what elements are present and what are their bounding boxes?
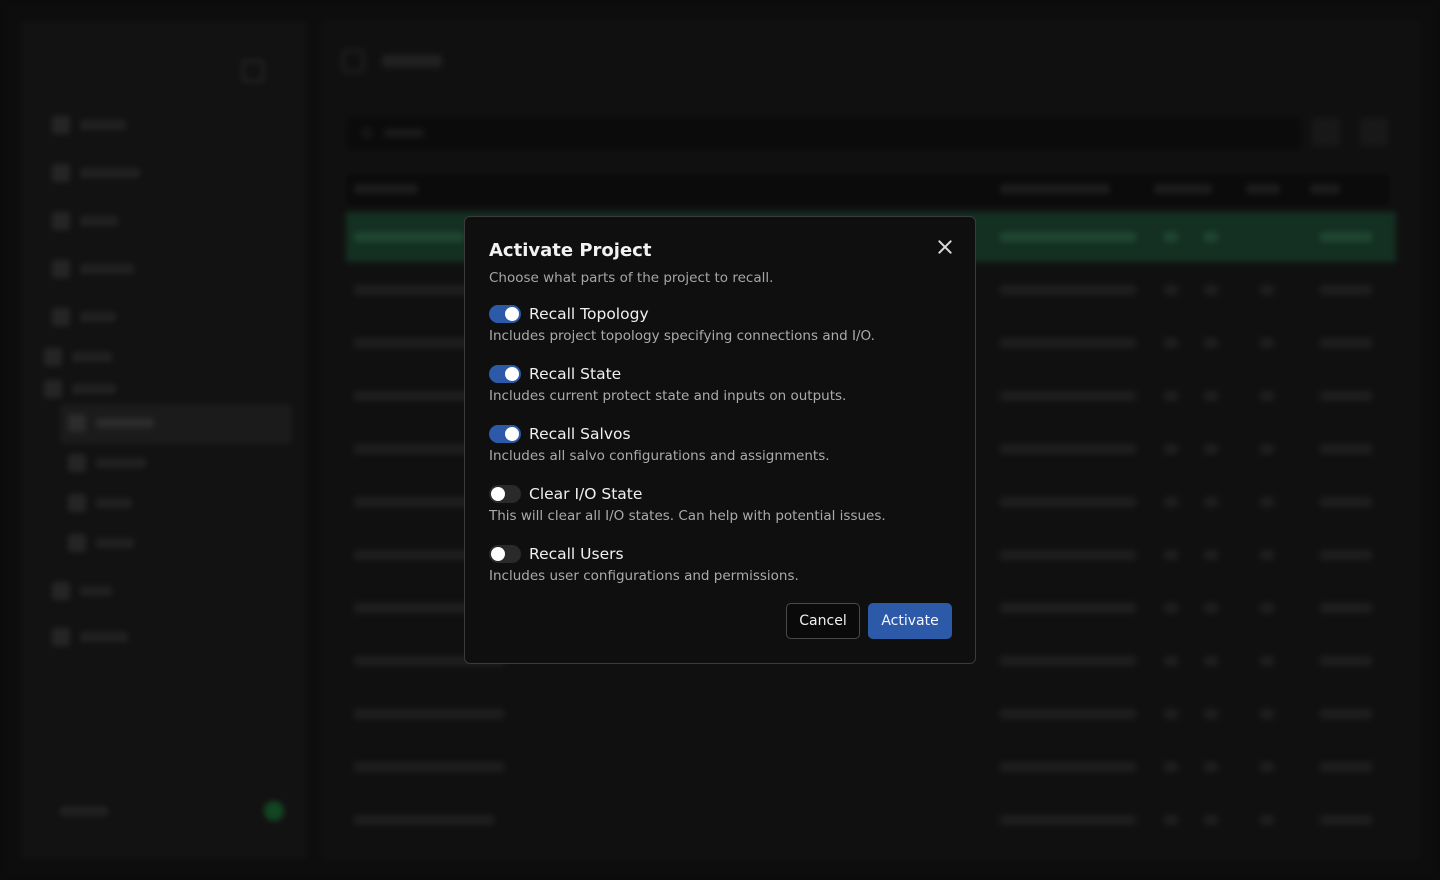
option-description: Includes user configurations and permiss… xyxy=(489,568,799,584)
option-label: Recall State xyxy=(529,365,622,383)
option-description: Includes current protect state and input… xyxy=(489,388,847,404)
option-header: Recall Users xyxy=(489,543,953,565)
option-label: Recall Topology xyxy=(529,305,649,323)
recall-salvos-toggle[interactable] xyxy=(489,425,521,443)
option-header: Recall Topology xyxy=(489,303,953,325)
option-description: This will clear all I/O states. Can help… xyxy=(489,508,886,524)
option-description: Includes project topology specifying con… xyxy=(489,328,875,344)
toggle-knob xyxy=(491,547,505,561)
option-header: Recall Salvos xyxy=(489,423,953,445)
recall-users-toggle[interactable] xyxy=(489,545,521,563)
option-label: Clear I/O State xyxy=(529,485,643,503)
recall-topology-toggle[interactable] xyxy=(489,305,521,323)
option-label: Recall Users xyxy=(529,545,624,563)
dialog-title: Activate Project xyxy=(489,240,652,261)
close-icon[interactable] xyxy=(933,235,957,259)
option-clear-io-state: Clear I/O State This will clear all I/O … xyxy=(489,483,953,525)
clear-io-state-toggle[interactable] xyxy=(489,485,521,503)
activate-button[interactable]: Activate xyxy=(868,603,952,639)
option-recall-state: Recall State Includes current protect st… xyxy=(489,363,953,405)
recall-state-toggle[interactable] xyxy=(489,365,521,383)
dialog-subtitle: Choose what parts of the project to reca… xyxy=(489,270,774,286)
option-recall-topology: Recall Topology Includes project topolog… xyxy=(489,303,953,345)
cancel-button[interactable]: Cancel xyxy=(786,603,860,639)
activate-project-dialog: Activate Project Choose what parts of th… xyxy=(464,216,976,664)
option-label: Recall Salvos xyxy=(529,425,631,443)
option-recall-salvos: Recall Salvos Includes all salvo configu… xyxy=(489,423,953,465)
toggle-knob xyxy=(505,427,519,441)
toggle-knob xyxy=(505,307,519,321)
toggle-knob xyxy=(505,367,519,381)
toggle-knob xyxy=(491,487,505,501)
option-recall-users: Recall Users Includes user configuration… xyxy=(489,543,953,585)
option-header: Clear I/O State xyxy=(489,483,953,505)
option-header: Recall State xyxy=(489,363,953,385)
option-description: Includes all salvo configurations and as… xyxy=(489,448,830,464)
